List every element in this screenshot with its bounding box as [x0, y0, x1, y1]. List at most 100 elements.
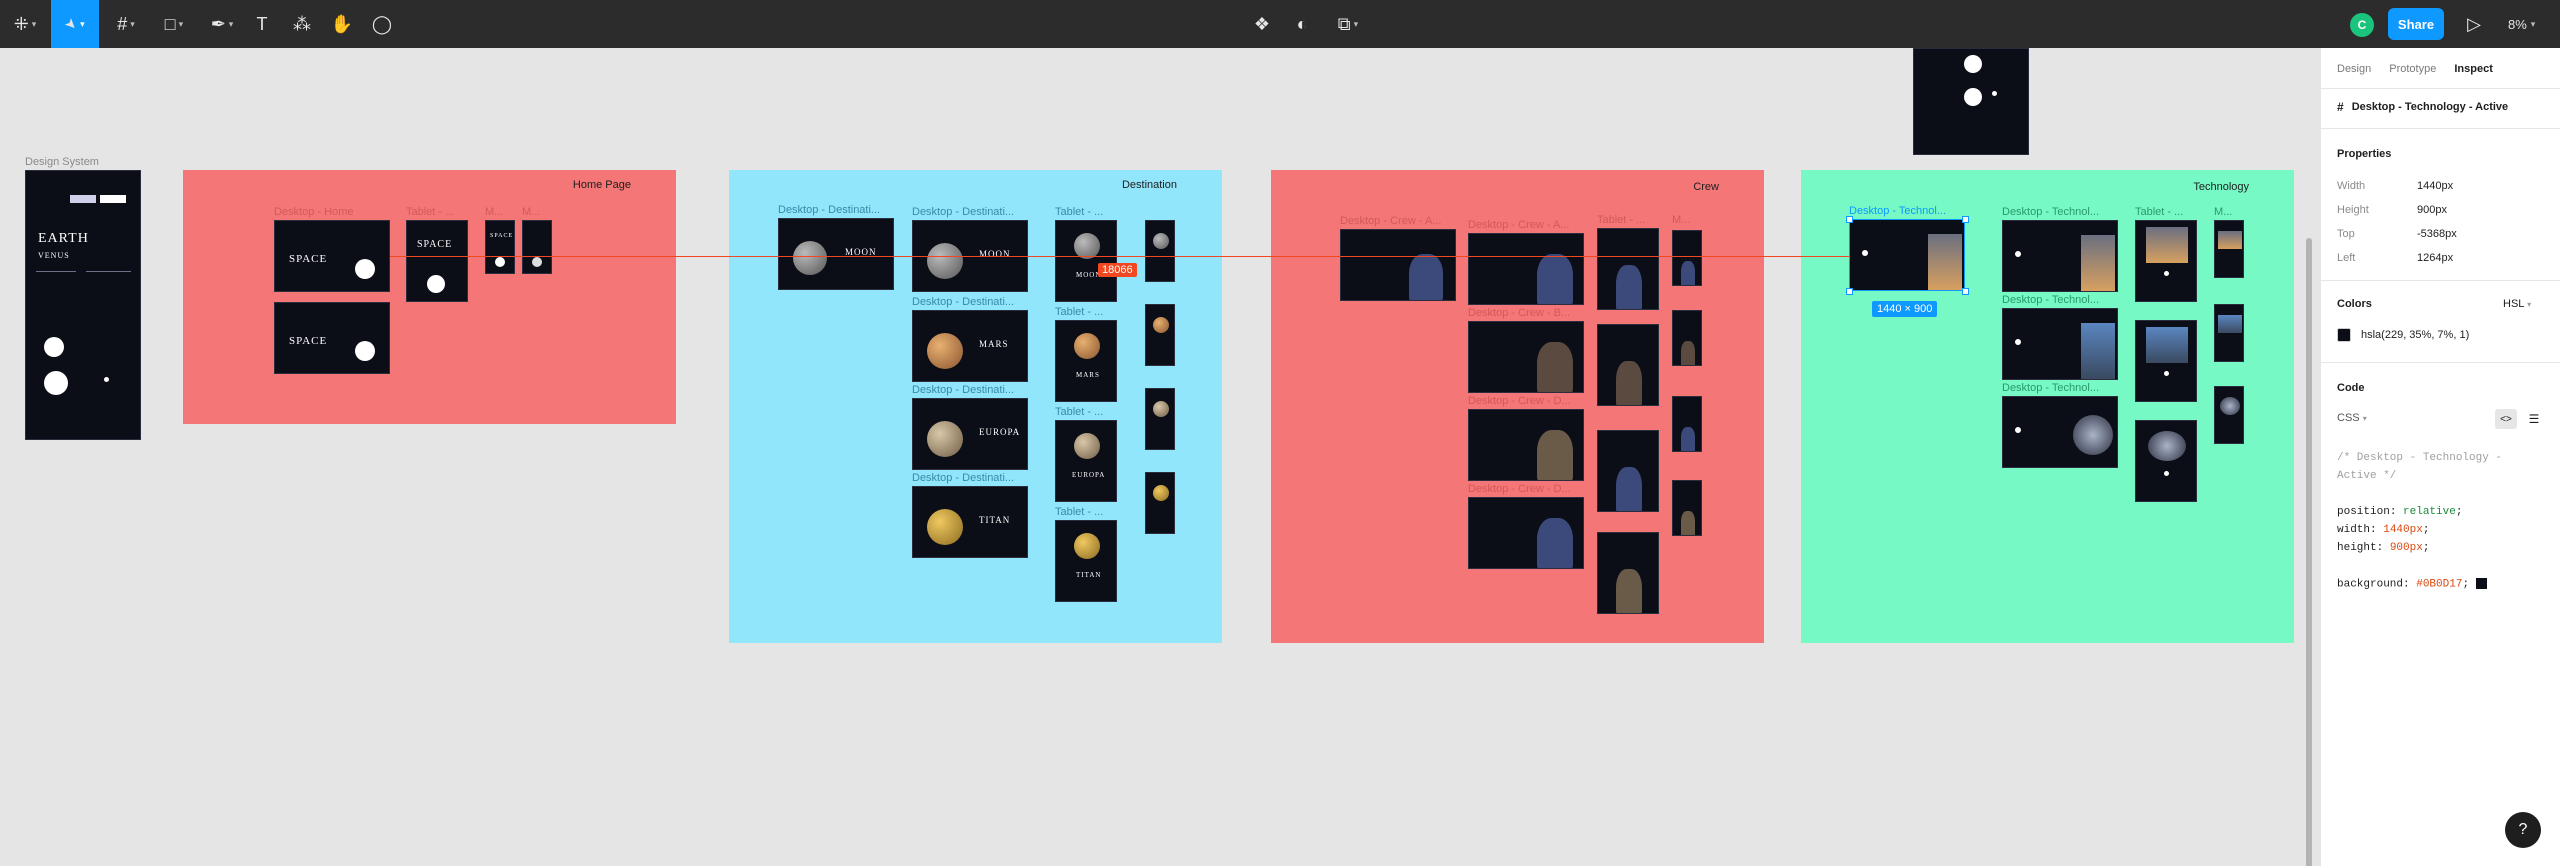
- prop-value[interactable]: 1264px: [2417, 252, 2453, 264]
- shape-tool-button[interactable]: □ ▾: [156, 0, 192, 48]
- planet-image: [1074, 533, 1100, 559]
- color-mode-select[interactable]: HSL ▾: [2503, 298, 2531, 310]
- frame-circle: [355, 259, 375, 279]
- vertical-scrollbar[interactable]: [2306, 238, 2312, 866]
- canvas-frame-tech-mobile-3[interactable]: [2214, 386, 2244, 444]
- text-tool-button[interactable]: T: [250, 0, 274, 48]
- canvas-frame-crew-tablet-2[interactable]: [1597, 324, 1659, 406]
- canvas-frame-tech-tablet-1[interactable]: [2135, 220, 2197, 302]
- canvas-frame-crew-tablet-3[interactable]: [1597, 430, 1659, 512]
- code-language-select[interactable]: CSS ▾: [2337, 412, 2367, 424]
- pen-tool-button[interactable]: ✒ ▾: [204, 0, 240, 48]
- canvas-frame-home-desktop[interactable]: SPACE: [274, 220, 390, 292]
- canvas-frame-crew-desktop-2[interactable]: [1468, 233, 1584, 305]
- canvas-frame-crew-desktop-1[interactable]: [1340, 229, 1456, 301]
- hand-tool-button[interactable]: ✋: [330, 0, 354, 48]
- wrap-toggle[interactable]: ☰: [2525, 409, 2543, 429]
- tab-design[interactable]: Design: [2337, 63, 2371, 75]
- prop-key: Left: [2337, 252, 2356, 264]
- color-row[interactable]: hsla(229, 35%, 7%, 1): [2337, 328, 2469, 342]
- canvas-frame-dest-mobile-4[interactable]: [1145, 472, 1175, 534]
- canvas-frame-tech-mobile-2[interactable]: [2214, 304, 2244, 362]
- divider: [2321, 128, 2560, 129]
- canvas-frame-dest-desktop-1[interactable]: MOON: [778, 218, 894, 290]
- canvas-frame-tech-desktop-2[interactable]: [2002, 220, 2118, 292]
- comment-tool-button[interactable]: ◯: [370, 0, 394, 48]
- canvas-frame-crew-desktop-3[interactable]: [1468, 321, 1584, 393]
- canvas-frame-dest-tablet-3[interactable]: EUROPA: [1055, 420, 1117, 502]
- canvas-frame-dest-mobile-1[interactable]: [1145, 220, 1175, 282]
- canvas-frame-dest-mobile-3[interactable]: [1145, 388, 1175, 450]
- inspect-panel: Design Prototype Inspect # Desktop - Tec…: [2320, 48, 2560, 866]
- cursor-icon: ➤: [61, 14, 81, 35]
- canvas-frame-mobile-top[interactable]: [1913, 48, 2029, 155]
- canvas-frame-dest-tablet-2[interactable]: MARS: [1055, 320, 1117, 402]
- code-view-toggle[interactable]: <>: [2495, 409, 2517, 429]
- move-tool-button[interactable]: ➤ ▾: [51, 0, 99, 48]
- canvas-frame-tech-tablet-2[interactable]: [2135, 320, 2197, 402]
- frame-heading: SPACE: [417, 239, 453, 250]
- canvas-frame-crew-mobile-4[interactable]: [1672, 480, 1702, 536]
- canvas-frame-home-tablet[interactable]: SPACE: [406, 220, 468, 302]
- canvas-frame-crew-mobile-1[interactable]: [1672, 230, 1702, 286]
- canvas-frame-crew-tablet-4[interactable]: [1597, 532, 1659, 614]
- frame-tool-button[interactable]: # ▾: [108, 0, 144, 48]
- tab-prototype[interactable]: Prototype: [2389, 63, 2436, 75]
- prop-value[interactable]: 1440px: [2417, 180, 2453, 192]
- resize-handle[interactable]: [1846, 216, 1853, 223]
- resize-handle[interactable]: [1846, 288, 1853, 295]
- zoom-menu[interactable]: 8% ▾: [2508, 0, 2535, 48]
- rocket-image: [2218, 231, 2242, 249]
- share-button[interactable]: Share: [2388, 8, 2444, 40]
- canvas[interactable]: Design System EARTH VENUS Home Page Desk…: [0, 48, 2320, 866]
- help-button[interactable]: ?: [2505, 812, 2541, 848]
- resize-handle[interactable]: [1962, 288, 1969, 295]
- canvas-frame-home-mobile-1[interactable]: SPACE: [485, 220, 515, 274]
- canvas-frame-crew-desktop-4[interactable]: [1468, 409, 1584, 481]
- planet-image: [793, 241, 827, 275]
- planet-image: [927, 421, 963, 457]
- canvas-frame-crew-mobile-3[interactable]: [1672, 396, 1702, 452]
- frame-dot: [1992, 91, 1997, 96]
- frame-circle: [355, 341, 375, 361]
- canvas-frame-crew-mobile-2[interactable]: [1672, 310, 1702, 366]
- canvas-frame-dest-tablet-4[interactable]: TITAN: [1055, 520, 1117, 602]
- main-menu-button[interactable]: ⁜ ▾: [8, 0, 42, 48]
- prop-value[interactable]: -5368px: [2417, 228, 2457, 240]
- canvas-frame-home-desktop-2[interactable]: SPACE: [274, 302, 390, 374]
- design-system-frame[interactable]: EARTH VENUS: [25, 170, 141, 440]
- canvas-frame-tech-tablet-3[interactable]: [2135, 420, 2197, 502]
- avatar[interactable]: C: [2350, 13, 2374, 37]
- panel-tabs: Design Prototype Inspect: [2337, 63, 2493, 75]
- crew-photo: [1616, 361, 1642, 405]
- canvas-frame-dest-mobile-2[interactable]: [1145, 304, 1175, 366]
- design-system-label: Design System: [25, 156, 99, 168]
- canvas-frame-dest-desktop-3[interactable]: MARS: [912, 310, 1028, 382]
- mask-button[interactable]: ◐: [1290, 0, 1314, 48]
- prop-value[interactable]: 900px: [2417, 204, 2447, 216]
- component-button[interactable]: ❖: [1250, 0, 1274, 48]
- canvas-frame-dest-desktop-5[interactable]: TITAN: [912, 486, 1028, 558]
- frame-circle: [44, 371, 68, 395]
- canvas-frame-crew-tablet-1[interactable]: [1597, 228, 1659, 310]
- frame-label: Desktop - Destinati...: [778, 204, 881, 216]
- canvas-frame-tech-desktop-3[interactable]: [2002, 308, 2118, 380]
- frame-heading: SPACE: [289, 253, 328, 265]
- frame-label: Desktop - Home: [274, 206, 354, 218]
- boolean-button[interactable]: ⧉ ▾: [1330, 0, 1366, 48]
- canvas-frame-home-mobile-2[interactable]: [522, 220, 552, 274]
- present-button[interactable]: ▷: [2462, 0, 2486, 48]
- resize-handle[interactable]: [1962, 216, 1969, 223]
- canvas-frame-dest-desktop-4[interactable]: EUROPA: [912, 398, 1028, 470]
- question-icon: ?: [2518, 821, 2528, 838]
- canvas-frame-tech-desktop-4[interactable]: [2002, 396, 2118, 468]
- frame-dot: [2164, 471, 2169, 476]
- selection-box[interactable]: [1849, 219, 1965, 291]
- boolean-icon: ⧉: [1337, 13, 1351, 34]
- resources-button[interactable]: ⁂: [290, 0, 314, 48]
- canvas-frame-crew-desktop-5[interactable]: [1468, 497, 1584, 569]
- canvas-frame-dest-tablet-1[interactable]: MOON: [1055, 220, 1117, 302]
- tab-inspect[interactable]: Inspect: [2454, 63, 2493, 75]
- canvas-frame-tech-mobile-1[interactable]: [2214, 220, 2244, 278]
- rocket-image: [2081, 235, 2115, 291]
